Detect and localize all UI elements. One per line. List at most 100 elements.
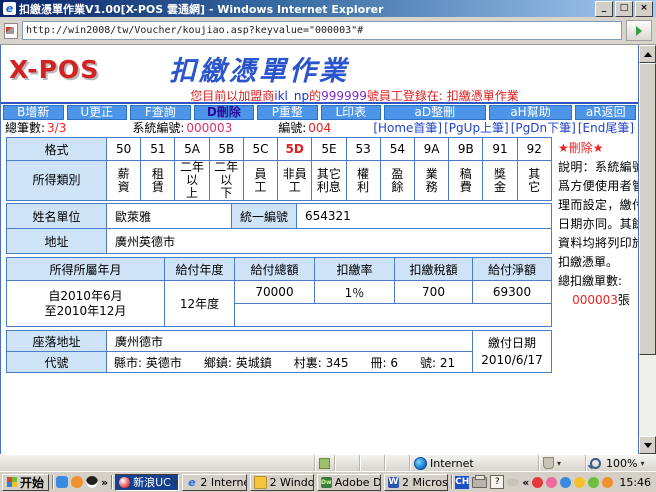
delete-button[interactable]: D刪除 (194, 105, 255, 120)
unified-number-field[interactable]: 654321 (297, 204, 552, 229)
format-option[interactable]: 9B (449, 138, 483, 161)
pay-total-header: 給付總額 (235, 258, 315, 281)
tray-collapse-icon[interactable]: « (522, 476, 529, 489)
status-segment (385, 455, 410, 471)
address-bar (0, 17, 656, 45)
format-option[interactable]: 92 (517, 138, 551, 161)
format-option[interactable]: 51 (141, 138, 175, 161)
end-last-link[interactable]: [End尾筆] (578, 119, 634, 136)
home-first-link[interactable]: [Home首筆] (373, 119, 442, 136)
format-option[interactable]: 5B (209, 138, 243, 161)
format-option[interactable]: 5A (175, 138, 209, 161)
format-option[interactable]: 5C (243, 138, 277, 161)
format-option[interactable]: 9A (414, 138, 448, 161)
chevron-down-icon: ▾ (557, 459, 561, 468)
print-button[interactable]: L印表 (321, 105, 382, 120)
record-number-label: 編號: (278, 119, 306, 136)
category-option: 租 賃 (141, 161, 175, 201)
scrollbar-thumb[interactable] (639, 63, 656, 355)
format-option[interactable]: 54 (380, 138, 414, 161)
address-field[interactable]: 廣州英德市 (107, 229, 552, 254)
quick-launch-qq-icon[interactable] (86, 476, 98, 488)
query-button[interactable]: F查詢 (130, 105, 191, 120)
batch-delete-button[interactable]: aD整刪 (384, 105, 485, 120)
close-button[interactable]: × (635, 1, 653, 17)
minimize-button[interactable]: _ (595, 1, 613, 17)
scrollbar-track[interactable] (639, 355, 656, 436)
book-field[interactable]: 冊: 6 (370, 354, 398, 371)
county-field[interactable]: 縣市: 英德市 (114, 354, 182, 371)
format-option[interactable]: 50 (107, 138, 141, 161)
pgup-prev-link[interactable]: [PgUp上筆] (444, 119, 509, 136)
task-sina-uc[interactable]: 新浪UC ▾ (115, 474, 179, 491)
format-option[interactable]: 5E (312, 138, 346, 161)
tray-app-icon[interactable] (546, 477, 557, 488)
task-adobe-dreamweaver[interactable]: Dw Adobe Drea... (317, 474, 381, 491)
scroll-down-button[interactable] (639, 436, 656, 454)
tray-app-icon[interactable] (588, 477, 599, 488)
tray-app-icon[interactable] (574, 477, 585, 488)
pay-date-value[interactable]: 2010/6/17 (474, 352, 550, 369)
quick-launch-more-icon[interactable]: » (101, 476, 108, 489)
number-field[interactable]: 號: 21 (420, 354, 455, 371)
task-windows-explorer-group[interactable]: 2 Windows... ▾ (250, 474, 314, 491)
return-button[interactable]: aR返回 (575, 105, 636, 120)
tray-app-icon[interactable] (602, 477, 613, 488)
help-button[interactable]: aH幫助 (489, 105, 573, 120)
printer-icon[interactable] (472, 477, 487, 488)
tray-app-icon[interactable] (532, 477, 543, 488)
quick-launch-messenger-icon[interactable] (71, 476, 83, 488)
category-option: 權 利 (346, 161, 380, 201)
pay-extra-row[interactable] (235, 304, 552, 327)
add-button[interactable]: B增新 (3, 105, 64, 120)
note-panel: ★刪除★ 說明：系統編號爲方便使用者管理而設定，繳付日期亦同。其餘資料均將列印於… (552, 137, 639, 310)
start-button[interactable]: 开始 (2, 474, 49, 491)
pgdn-next-link[interactable]: [PgDn下筆] (511, 119, 576, 136)
tray-app-icon[interactable] (560, 477, 571, 488)
tray-misc-icon[interactable] (507, 479, 519, 486)
system-number-value: 000003 (186, 121, 232, 135)
login-text: 您目前以加盟商 (190, 89, 274, 103)
status-mini-icon (319, 458, 330, 469)
name-address-table: 姓名單位 歐萊雅 統一編號 654321 地址 廣州英德市 (6, 203, 552, 254)
start-label: 开始 (20, 474, 44, 491)
pay-net-field[interactable]: 69300 (473, 281, 552, 304)
help-tray-icon[interactable]: ? (490, 475, 504, 489)
login-status-line: 您目前以加盟商ikl_np的999999號員工登錄在: 扣繳憑單作業 (1, 87, 638, 102)
url-input[interactable] (22, 21, 622, 40)
system-tray: CH ? « 15:46 (451, 475, 654, 489)
scroll-up-button[interactable] (639, 45, 656, 63)
withhold-tax-field[interactable]: 700 (395, 281, 473, 304)
windows-logo-icon (7, 477, 17, 487)
pay-year-field[interactable]: 12年度 (165, 281, 235, 327)
pay-total-field[interactable]: 70000 (235, 281, 315, 304)
refresh-go-button[interactable] (626, 20, 652, 41)
zoom-level: 100% (606, 457, 637, 470)
refresh-list-button[interactable]: P重整 (257, 105, 318, 120)
task-microsoft-word-group[interactable]: W 2 Microso... ▾ (384, 474, 448, 491)
zoom-control[interactable]: 100% ▾ (586, 455, 656, 471)
taskbar-separator (52, 475, 53, 489)
village-field[interactable]: 村裏: 345 (294, 354, 349, 371)
language-indicator[interactable]: CH (455, 476, 469, 489)
category-option: 稿 費 (449, 161, 483, 201)
period-field[interactable]: 自2010年6月 至2010年12月 (7, 281, 165, 327)
maximize-button[interactable]: □ (615, 1, 633, 17)
site-table: 座落地址 廣州德市 繳付日期 2010/6/17 代號 縣市: 英德 (6, 330, 552, 373)
format-option[interactable]: 53 (346, 138, 380, 161)
township-field[interactable]: 鄉鎮: 英城鎮 (204, 354, 272, 371)
task-internet-explorer-group[interactable]: e 2 Interne... ▾ (182, 474, 246, 491)
vertical-scrollbar[interactable] (639, 45, 656, 454)
withhold-rate-field[interactable]: 1％ (315, 281, 395, 304)
page-title: 扣繳憑單作業 (169, 49, 349, 88)
page-icon (4, 23, 18, 39)
name-unit-field[interactable]: 歐萊雅 (107, 204, 232, 229)
quick-launch-browser-icon[interactable] (56, 476, 68, 488)
update-button[interactable]: U更正 (67, 105, 128, 120)
site-address-field[interactable]: 廣州德市 (107, 331, 473, 352)
format-option[interactable]: 91 (483, 138, 517, 161)
format-option-selected[interactable]: 5D (278, 138, 312, 161)
taskbar-separator (111, 475, 112, 489)
page-banner: X-POS 扣繳憑單作業 (1, 45, 638, 87)
protected-mode-segment[interactable]: ▾ (539, 455, 586, 471)
